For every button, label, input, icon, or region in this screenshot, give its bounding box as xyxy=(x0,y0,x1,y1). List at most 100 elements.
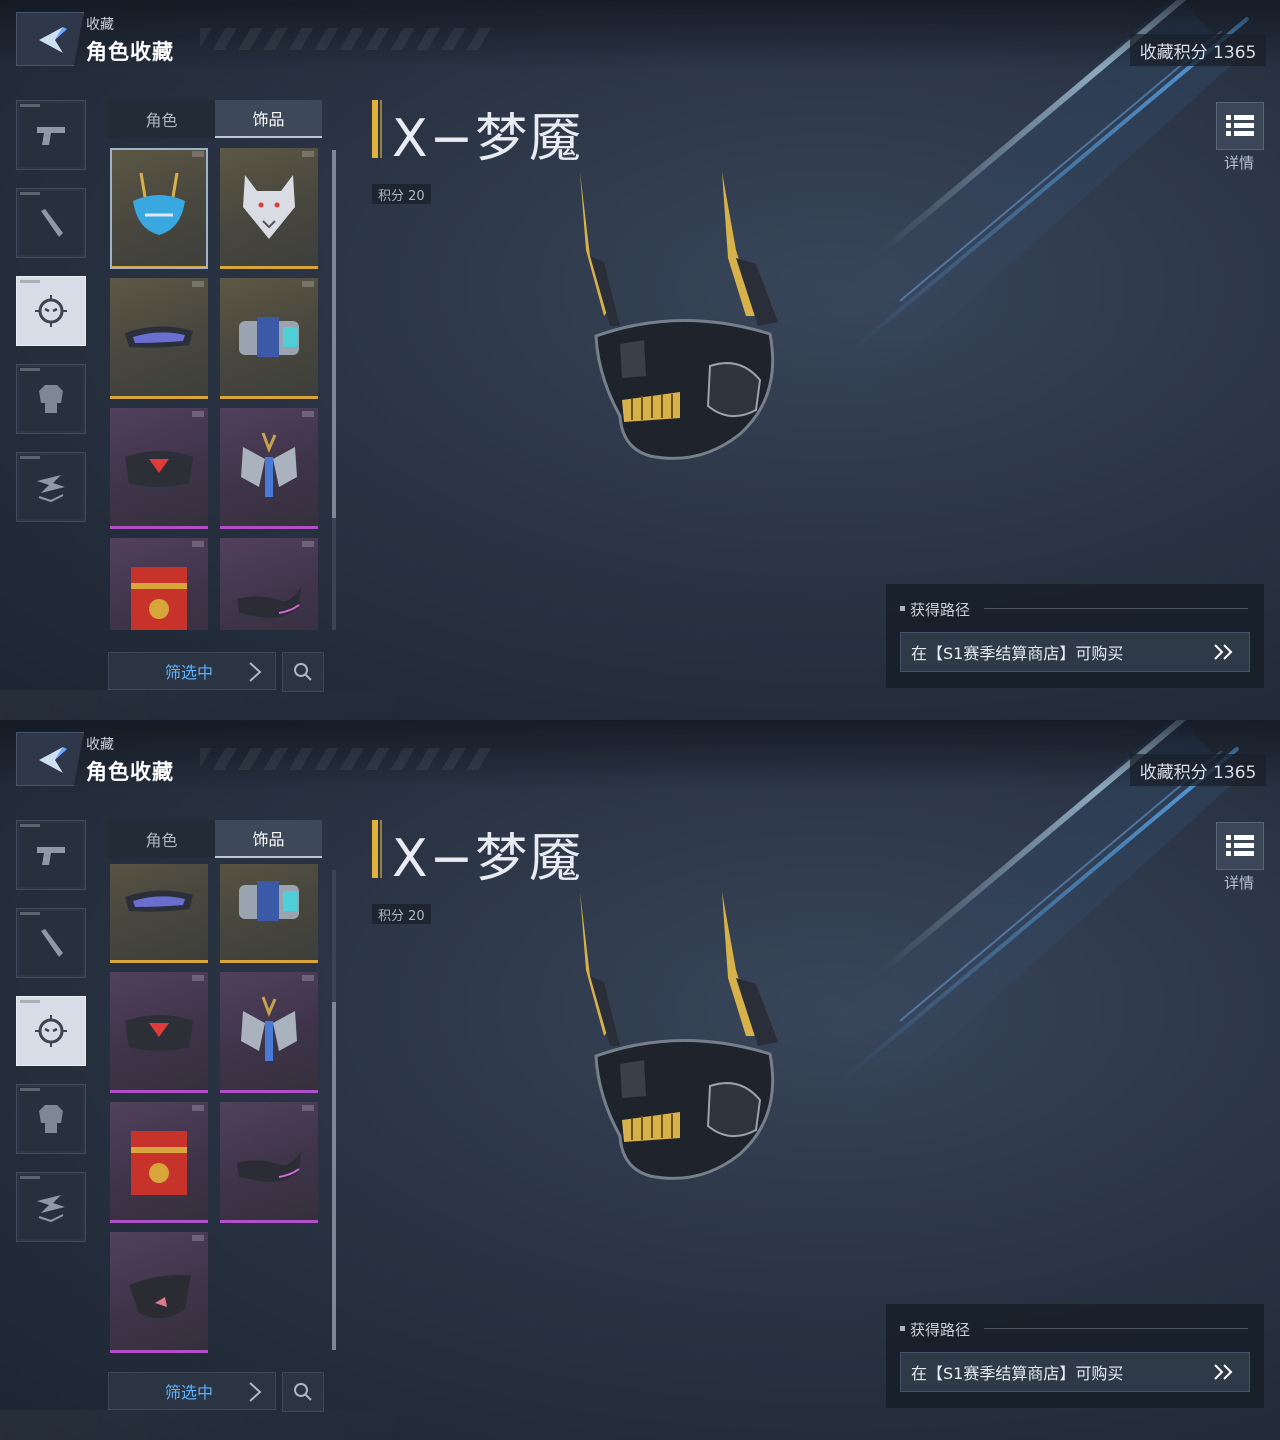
search-icon xyxy=(294,663,312,681)
winged-ornament-icon xyxy=(241,996,297,1061)
nav-item-melee[interactable] xyxy=(16,188,86,258)
mech-shoulder-gear-icon xyxy=(239,881,299,921)
acquisition-source-text: 在【S1赛季结算商店】可购买 xyxy=(911,1364,1124,1383)
mask-face-icon xyxy=(35,1015,67,1047)
item-card[interactable] xyxy=(110,1232,208,1353)
winged-ornament-icon xyxy=(241,432,297,497)
melee-weapon-icon xyxy=(41,209,63,237)
dark-curved-mask-icon xyxy=(237,587,301,618)
nav-item-pistol[interactable] xyxy=(16,820,86,890)
list-icon xyxy=(1226,835,1254,856)
pistol-icon xyxy=(37,127,65,145)
red-treasure-box-icon xyxy=(131,1131,187,1195)
filter-button[interactable]: 筛选中 xyxy=(108,1372,276,1410)
acquisition-label: 获得路径 xyxy=(910,1321,971,1339)
item-card[interactable] xyxy=(220,864,318,963)
top-bar xyxy=(0,720,1280,790)
armor-body-icon xyxy=(39,385,63,413)
grid-scrollbar[interactable] xyxy=(332,150,336,630)
black-face-mask-icon xyxy=(129,1274,191,1319)
item-card[interactable] xyxy=(110,864,208,963)
item-grid xyxy=(108,144,322,630)
item-card[interactable] xyxy=(110,1102,208,1223)
armor-body-icon xyxy=(39,1105,63,1133)
item-card[interactable] xyxy=(220,972,318,1093)
item-points: 积分 20 xyxy=(372,904,431,924)
item-card[interactable] xyxy=(220,538,318,630)
visor-glasses-icon xyxy=(125,326,193,348)
nightmare-mask-preview xyxy=(580,892,778,1180)
double-chevron-right-icon xyxy=(1214,644,1233,660)
acquisition-panel: 获得路径 在【S1赛季结算商店】可购买 xyxy=(886,1304,1264,1408)
nightmare-mask-preview xyxy=(580,172,778,460)
nav-item-accessory[interactable] xyxy=(16,996,86,1066)
item-card[interactable] xyxy=(110,278,208,399)
page-title: 角色收藏 xyxy=(86,40,174,64)
item-card[interactable] xyxy=(220,148,318,269)
dark-curved-mask-icon xyxy=(237,1151,301,1182)
back-button[interactable] xyxy=(16,12,84,66)
search-button[interactable] xyxy=(282,1372,324,1412)
item-card[interactable] xyxy=(110,538,208,630)
item-title: X−梦魇 xyxy=(392,829,584,889)
red-visor-mask-icon xyxy=(125,1015,193,1051)
acquisition-source-button[interactable]: 在【S1赛季结算商店】可购买 xyxy=(900,1352,1250,1392)
filter-button[interactable]: 筛选中 xyxy=(108,652,276,690)
item-card[interactable] xyxy=(220,278,318,399)
nav-item-layers[interactable] xyxy=(16,452,86,522)
chevron-right-icon xyxy=(249,662,262,682)
acquisition-source-button[interactable]: 在【S1赛季结算商店】可购买 xyxy=(900,632,1250,672)
collection-score: 收藏积分 1365 xyxy=(1130,754,1266,786)
back-arrow-icon xyxy=(39,747,67,773)
nav-item-armor[interactable] xyxy=(16,1084,86,1154)
nav-item-armor[interactable] xyxy=(16,364,86,434)
mech-shoulder-gear-icon xyxy=(239,317,299,357)
nav-item-layers[interactable] xyxy=(16,1172,86,1242)
details-button[interactable] xyxy=(1216,102,1264,150)
blue-oni-mask-icon xyxy=(133,172,185,235)
tab-character[interactable]: 角色 xyxy=(108,820,215,858)
tab-character[interactable]: 角色 xyxy=(108,100,215,138)
item-title: X−梦魇 xyxy=(392,109,584,169)
details-button[interactable] xyxy=(1216,822,1264,870)
grid-scrollbar[interactable] xyxy=(332,870,336,1350)
layers-icon xyxy=(37,1195,65,1223)
breadcrumb: 收藏 xyxy=(86,17,114,33)
red-treasure-box-icon xyxy=(131,567,187,630)
category-sidebar xyxy=(16,100,86,540)
back-button[interactable] xyxy=(16,732,84,786)
collection-tabs: 角色 饰品 xyxy=(108,820,322,858)
category-sidebar xyxy=(16,820,86,1260)
list-icon xyxy=(1226,115,1254,136)
wolf-head-mask-icon xyxy=(243,175,295,239)
nav-item-accessory[interactable] xyxy=(16,276,86,346)
nav-item-melee[interactable] xyxy=(16,908,86,978)
item-card[interactable] xyxy=(220,1102,318,1223)
red-visor-mask-icon xyxy=(125,451,193,487)
tab-accessory[interactable]: 饰品 xyxy=(215,820,322,858)
collection-score: 收藏积分 1365 xyxy=(1130,34,1266,66)
top-bar xyxy=(0,0,1280,70)
visor-glasses-icon xyxy=(125,890,193,912)
item-card[interactable] xyxy=(110,148,208,269)
details-label: 详情 xyxy=(1223,874,1254,892)
pistol-icon xyxy=(37,847,65,865)
melee-weapon-icon xyxy=(41,929,63,957)
tab-accessory[interactable]: 饰品 xyxy=(215,100,322,138)
double-chevron-right-icon xyxy=(1214,1364,1233,1380)
item-card[interactable] xyxy=(220,408,318,529)
mask-face-icon xyxy=(35,295,67,327)
nav-item-pistol[interactable] xyxy=(16,100,86,170)
page-title: 角色收藏 xyxy=(86,760,174,784)
back-arrow-icon xyxy=(39,27,67,53)
acquisition-source-text: 在【S1赛季结算商店】可购买 xyxy=(911,644,1124,663)
details-label: 详情 xyxy=(1223,154,1254,172)
item-grid xyxy=(108,864,322,1386)
filter-label: 筛选中 xyxy=(165,1383,214,1402)
breadcrumb: 收藏 xyxy=(86,737,114,753)
acquisition-label: 获得路径 xyxy=(910,601,971,619)
item-card[interactable] xyxy=(110,408,208,529)
item-card[interactable] xyxy=(110,972,208,1093)
search-button[interactable] xyxy=(282,652,324,692)
item-points: 积分 20 xyxy=(372,184,431,204)
